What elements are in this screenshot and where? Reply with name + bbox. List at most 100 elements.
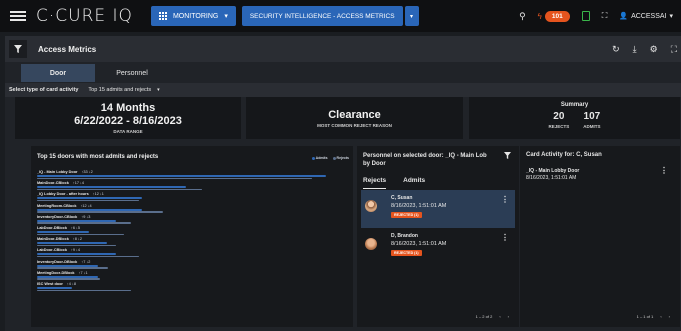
pager-range: 1 – 1 of 1 [636,314,654,319]
status-badge: REJECTED (1) [391,250,422,256]
chart-row[interactable]: LabDoor-DBlock ↑6 ↓5 [37,226,343,236]
rejects-bar[interactable] [37,267,108,269]
more-options-icon[interactable]: ⋮ [660,166,668,175]
next-page-icon[interactable]: › [669,314,670,319]
chart-row[interactable]: ISC West door ↑4 ↓8 [37,282,343,292]
person-name: D, Brandon [391,233,418,239]
door-values: ↑7 ↓1 [78,270,88,275]
admits-bar[interactable] [37,175,326,177]
lightning-icon: ϟ [537,11,542,21]
chevron-down-icon: ▾ [669,13,673,20]
refresh-icon[interactable]: ↻ [612,44,620,55]
chart-row[interactable]: MeetingRoom-CBlock ↑12 ↓4 [37,204,343,214]
summary-stat: Summary 20 REJECTS 107 ADMITS [469,97,680,139]
months-value: 14 Months [100,102,156,114]
summary-title: Summary [560,102,589,108]
tab-door[interactable]: Door [21,64,95,82]
pager-range: 1 – 2 of 2 [475,314,493,319]
tab-admits[interactable]: Admits [403,177,425,189]
more-options-icon[interactable]: ⋮ [501,233,509,242]
admits-bar[interactable] [37,242,107,245]
admits-bar[interactable] [37,186,186,189]
chart-row[interactable]: MainDoor-CBlock ↑17 ↓4 [37,181,343,191]
menu-icon[interactable] [10,11,26,21]
next-page-icon[interactable]: › [508,314,509,319]
rejects-bar[interactable] [37,255,140,258]
user-name: ACCESSAI [631,12,667,20]
avatar [365,200,377,212]
tab-personnel[interactable]: Personnel [95,64,169,82]
prev-page-icon[interactable]: ‹ [660,314,661,319]
tab-rejects[interactable]: Rejects [363,177,387,189]
chevron-down-icon[interactable]: ▾ [157,87,160,93]
fullscreen-icon[interactable]: ⛶ [671,44,677,55]
personnel-tabs: Rejects Admits [363,177,425,189]
chart-row[interactable]: _IQ - Main Lobby Door ↑33 ↓2 [37,170,343,180]
calculator-icon[interactable] [581,11,590,21]
personnel-card: Personnel on selected door: _IQ - Main L… [357,146,519,327]
avatar [365,238,377,250]
rejects-bar[interactable] [37,244,116,247]
card-activity-title: Card Activity for: C, Susan [526,152,602,158]
user-menu[interactable]: 👤 ACCESSAI ▾ [619,12,673,21]
admits-bar[interactable] [37,287,72,289]
personnel-entry[interactable]: D, Brandon 8/16/2023, 1:51:01 AM REJECTE… [361,228,515,266]
doors-bar-chart: _IQ - Main Lobby Door ↑33 ↓2 MainDoor-CBlo… [31,170,353,320]
security-dropdown-button[interactable]: ▾ [404,6,419,26]
personnel-card-title: Personnel on selected door: _IQ - Main L… [363,153,487,167]
more-options-icon[interactable]: ⋮ [501,195,509,204]
legend-item-admits[interactable]: Admits [311,156,328,160]
filter-button[interactable] [9,40,27,58]
admits-bar[interactable] [37,219,116,222]
admits-bar[interactable] [37,264,99,267]
door-label: _IQ Lobby Door - after hours ↑12 ↓1 [37,192,104,197]
door-values: ↑17 ↓4 [72,181,85,186]
admits-bar[interactable] [37,208,142,211]
rejects-bar[interactable] [37,289,132,291]
rejects-bar[interactable] [37,188,203,191]
chart-row[interactable]: MeetingDoor-DBlock ↑7 ↓1 [37,271,343,281]
rejects-bar[interactable] [37,211,163,213]
selector-value[interactable]: Top 15 admits and rejects [88,87,151,93]
card-activity-selector: Select type of card activity Top 15 admi… [5,83,681,97]
fullscreen-icon[interactable]: ⛶ [602,11,608,21]
chart-row[interactable]: _IQ Lobby Door - after hours ↑12 ↓1 [37,192,343,202]
monitoring-button[interactable]: MONITORING ▾ [150,6,236,26]
date-range-value: 6/22/2022 - 8/16/2023 [74,115,182,127]
door-values: ↑12 ↓4 [80,203,92,208]
activity-door: _IQ - Main Lobby Door [526,168,580,174]
personnel-entry[interactable]: C, Susan 8/16/2023, 1:51:01 AM REJECTED … [361,190,515,228]
prev-page-icon[interactable]: ‹ [499,314,500,319]
admits-bar[interactable] [37,231,90,233]
chart-row[interactable]: InventoryDoor-CBlock ↑9 ↓3 [37,215,343,225]
door-label: InventoryDoor-DBlock ↑7 ↓2 [37,259,91,264]
pagination: 1 – 2 of 2 ‹ › [476,314,509,319]
download-icon[interactable]: ⤓ [633,44,637,55]
rejects-bar[interactable] [37,233,124,235]
filter-icon[interactable] [504,152,511,159]
rejects-bar[interactable] [37,199,140,202]
chart-row[interactable]: InventoryDoor-DBlock ↑7 ↓2 [37,260,343,270]
chart-row[interactable]: MainDoor-DBlock ↑8 ↓2 [37,237,343,247]
app-logo: C·CURE IQ [36,6,133,26]
door-label: MeetingDoor-DBlock ↑7 ↓1 [37,270,88,275]
search-icon[interactable]: ⚲ [519,11,526,22]
panel-header: Access Metrics ↻ ⤓ ⚙ ⛶ [5,36,681,62]
rejects-bar[interactable] [37,222,132,224]
access-metrics-panel: Access Metrics ↻ ⤓ ⚙ ⛶ Door Personnel Se… [5,36,681,331]
chart-row[interactable]: LabDoor-CBlock ↑9 ↓4 [37,248,343,258]
admits-bar[interactable] [37,275,99,278]
person-name: C, Susan [391,195,413,201]
door-values: ↑7 ↓2 [81,259,91,264]
rejects-bar[interactable] [37,278,100,280]
security-intelligence-button[interactable]: SECURITY INTELLIGENCE - ACCESS METRICS [241,6,403,26]
settings-icon[interactable]: ⚙ [650,44,658,55]
top-bar: C·CURE IQ MONITORING ▾ SECURITY INTELLIG… [0,0,681,32]
admits-value: 107 [583,111,601,122]
notification-button[interactable]: ϟ 101 [537,10,570,22]
legend-item-rejects[interactable]: Rejects [332,156,349,160]
rejects-bar[interactable] [37,177,313,179]
chart-title: Top 15 doors with most admits and reject… [37,154,159,160]
door-values: ↑6 ↓5 [70,226,81,230]
status-badge: REJECTED (1) [391,212,422,218]
